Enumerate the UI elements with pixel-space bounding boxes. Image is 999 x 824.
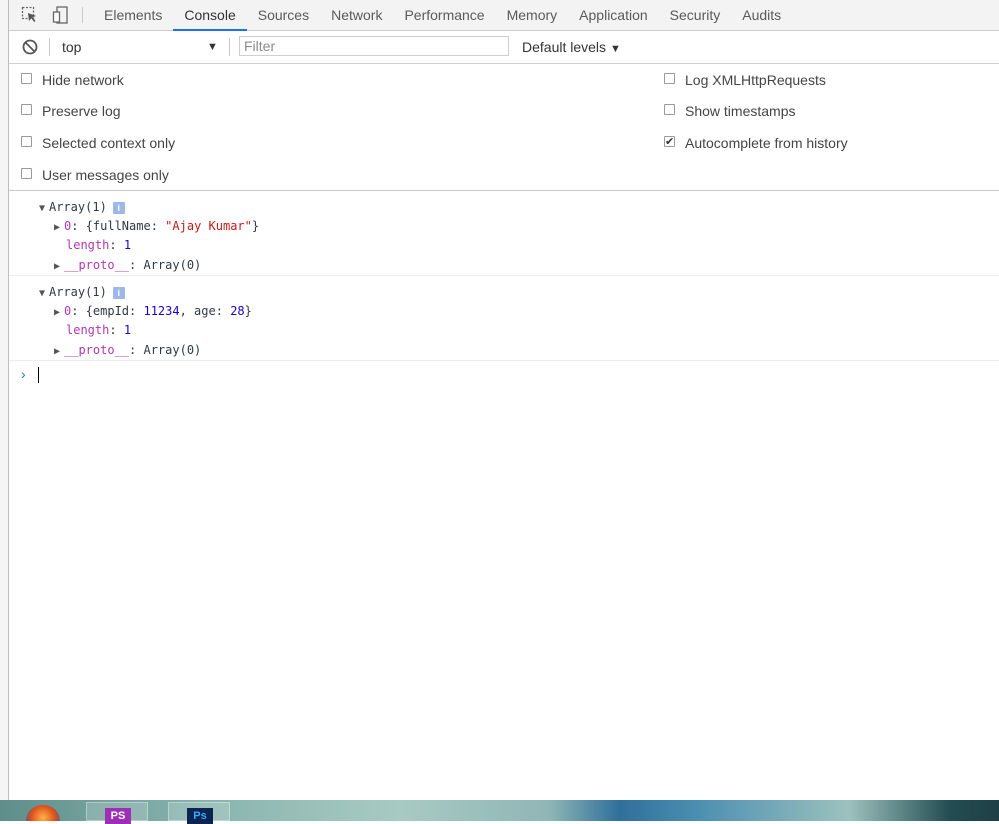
- preserve-log-checkbox[interactable]: [21, 104, 32, 115]
- item-close: }: [251, 219, 260, 233]
- item-number: 11234: [143, 304, 180, 318]
- prompt-chevron-icon: ›: [21, 366, 26, 382]
- toolbar-separator: [229, 38, 230, 56]
- length-key: length: [66, 238, 110, 252]
- autocomplete-from-history-checkbox[interactable]: [664, 132, 675, 152]
- tab-performance[interactable]: Performance: [393, 0, 495, 30]
- setting-label: Selected context only: [42, 135, 176, 151]
- length-key: length: [66, 323, 110, 337]
- tab-elements[interactable]: Elements: [93, 0, 173, 30]
- device-toolbar-icon[interactable]: [52, 6, 70, 24]
- item-open: {empId:: [85, 304, 144, 318]
- inspect-element-icon[interactable]: [21, 6, 39, 24]
- dropdown-arrow-icon: ▼: [207, 41, 218, 53]
- tab-list: Elements Console Sources Network Perform…: [93, 0, 792, 31]
- array-header[interactable]: ▼ Array(1) i: [39, 283, 125, 301]
- proto-value: Array(0): [143, 258, 202, 272]
- array-item-row[interactable]: ▶ 0: {empId: 11234, age: 28}: [54, 302, 252, 320]
- filter-input[interactable]: [239, 36, 509, 56]
- length-row: length: 1: [66, 321, 131, 339]
- setting-label: Log XMLHttpRequests: [685, 72, 826, 88]
- tab-security[interactable]: Security: [659, 0, 732, 30]
- photoshop-icon: Ps: [187, 808, 213, 824]
- array-header-text: Array(1): [49, 200, 107, 214]
- setting-label: Autocomplete from history: [685, 135, 848, 151]
- proto-row[interactable]: ▶ __proto__: Array(0): [54, 341, 201, 359]
- item-close: }: [244, 304, 252, 318]
- console-messages: ▼ Array(1) i ▶ 0: {fullName: "Ajay Kumar"} …: [9, 191, 999, 361]
- firefox-icon[interactable]: [26, 805, 60, 821]
- console-message: ▼ Array(1) i ▶ 0: {empId: 11234, age: 28} l…: [9, 276, 999, 361]
- info-icon[interactable]: i: [112, 201, 125, 214]
- tab-console[interactable]: Console: [173, 0, 248, 31]
- array-header[interactable]: ▼ Array(1) i: [39, 198, 125, 216]
- tab-application[interactable]: Application: [568, 0, 659, 30]
- clear-console-icon[interactable]: [21, 38, 39, 56]
- collapsed-triangle-icon: ▶: [54, 261, 61, 272]
- collapsed-triangle-icon: ▶: [54, 307, 61, 318]
- info-icon[interactable]: i: [112, 286, 125, 299]
- colon: :: [129, 258, 144, 272]
- setting-label: Show timestamps: [685, 103, 796, 119]
- setting-label: Hide network: [42, 72, 124, 88]
- taskbar-app-button[interactable]: Ps: [168, 802, 230, 824]
- length-value: 1: [123, 323, 132, 337]
- item-number: 28: [230, 304, 245, 318]
- dropdown-arrow-icon: ▼: [610, 43, 621, 55]
- tab-audits[interactable]: Audits: [731, 0, 792, 30]
- colon: :: [71, 304, 86, 318]
- console-prompt[interactable]: ›: [21, 366, 991, 384]
- colon: :: [109, 238, 124, 252]
- hide-network-checkbox[interactable]: [21, 73, 32, 84]
- tabbar-separator: [82, 7, 83, 23]
- collapsed-triangle-icon: ▶: [54, 222, 61, 233]
- tab-memory[interactable]: Memory: [496, 0, 569, 30]
- item-mid: , age:: [179, 304, 231, 318]
- log-levels-dropdown[interactable]: Default levels ▼: [522, 37, 621, 59]
- length-row: length: 1: [66, 236, 131, 254]
- setting-label: Preserve log: [42, 103, 121, 119]
- console-settings-pane: Hide network Preserve log Selected conte…: [9, 64, 999, 191]
- taskbar-app-button[interactable]: PS: [86, 802, 148, 824]
- proto-key: __proto__: [64, 343, 130, 357]
- tab-sources[interactable]: Sources: [247, 0, 320, 30]
- text-caret: [38, 367, 39, 383]
- item-string: "Ajay Kumar": [165, 219, 252, 233]
- colon: :: [109, 323, 124, 337]
- show-timestamps-checkbox[interactable]: [664, 104, 675, 115]
- item-open: {fullName:: [85, 219, 166, 233]
- expanded-triangle-icon: ▼: [39, 203, 46, 214]
- console-toolbar: top ▼ Default levels▼: [9, 31, 999, 64]
- expanded-triangle-icon: ▼: [39, 288, 46, 299]
- phpstorm-icon: PS: [105, 808, 131, 824]
- colon: :: [129, 343, 144, 357]
- devtools-tabbar: Elements Console Sources Network Perform…: [9, 0, 999, 31]
- proto-row[interactable]: ▶ __proto__: Array(0): [54, 256, 201, 274]
- array-header-text: Array(1): [49, 285, 107, 299]
- setting-label: User messages only: [42, 167, 169, 183]
- colon: :: [71, 219, 86, 233]
- devtools-panel: Elements Console Sources Network Perform…: [9, 0, 999, 800]
- os-taskbar: PS Ps: [0, 800, 999, 824]
- toolbar-separator: [49, 38, 50, 56]
- log-levels-label: Default levels: [522, 39, 607, 55]
- context-selector-label: top: [62, 39, 82, 55]
- proto-value: Array(0): [143, 343, 202, 357]
- context-selector[interactable]: top ▼: [62, 37, 222, 57]
- log-xmlhttprequests-checkbox[interactable]: [664, 73, 675, 84]
- collapsed-triangle-icon: ▶: [54, 346, 61, 357]
- array-item-row[interactable]: ▶ 0: {fullName: "Ajay Kumar"}: [54, 217, 259, 235]
- proto-key: __proto__: [64, 258, 130, 272]
- tab-network[interactable]: Network: [320, 0, 393, 30]
- selected-context-only-checkbox[interactable]: [21, 136, 32, 147]
- console-message: ▼ Array(1) i ▶ 0: {fullName: "Ajay Kumar"} …: [9, 191, 999, 276]
- length-value: 1: [123, 238, 132, 252]
- window-left-edge: [0, 0, 9, 800]
- user-messages-only-checkbox[interactable]: [21, 168, 32, 179]
